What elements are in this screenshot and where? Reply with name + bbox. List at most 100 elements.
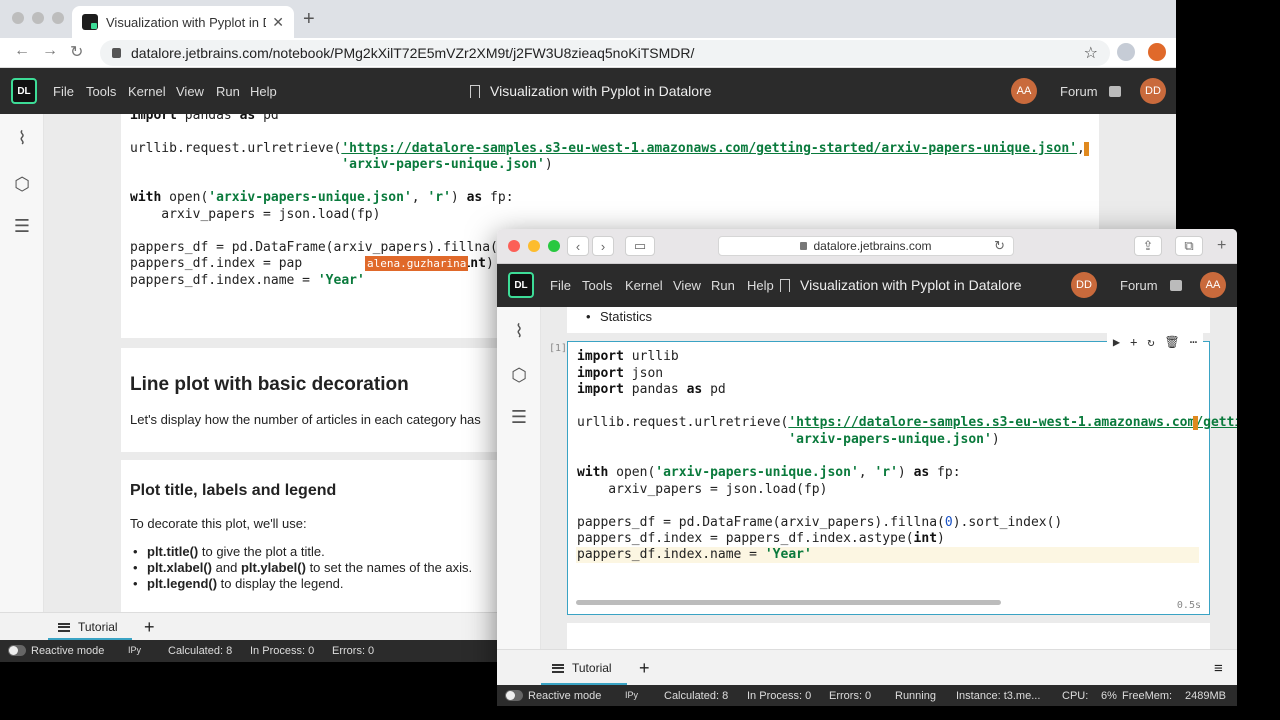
tabs-overview-icon[interactable]: ⧉ <box>1175 236 1203 256</box>
attachment-icon[interactable]: ⌇ <box>509 321 529 341</box>
reactive-mode-label: Reactive mode <box>31 645 105 657</box>
menu-icon[interactable]: ≡ <box>1214 650 1223 686</box>
minimize-window-dot[interactable] <box>32 12 44 24</box>
menu-run[interactable]: Run <box>216 84 240 99</box>
sheet-icon <box>552 663 564 673</box>
freemem-value: 2489MB <box>1185 690 1226 702</box>
chat-icon[interactable] <box>1170 280 1182 291</box>
more-icon[interactable]: ⋯ <box>1190 335 1197 349</box>
in-process-count: In Process: 0 <box>250 645 315 657</box>
code-line: pappers_df.index.name = 'Year' <box>577 547 812 562</box>
sheet-tab-bar: Tutorial + ≡ <box>497 649 1237 685</box>
reactive-mode-label: Reactive mode <box>528 690 602 702</box>
cell-toolbar: ▶ + ↻ 🗑 ⋯ <box>1106 332 1203 352</box>
reload-icon[interactable]: ↻ <box>994 238 1005 254</box>
browser-tab[interactable]: Visualization with Pyplot in Data ✕ <box>72 6 294 38</box>
forward-arrow-icon[interactable]: › <box>592 236 614 256</box>
code-line: import pandas as pd <box>577 382 726 397</box>
list-item: Statistics <box>586 309 652 324</box>
menu-file[interactable]: File <box>53 84 74 99</box>
markdown-cell[interactable] <box>567 623 1210 649</box>
share-icon[interactable]: ⇪ <box>1134 236 1162 256</box>
menu-help[interactable]: Help <box>747 278 774 293</box>
instance-type[interactable]: Instance: t3.me... <box>956 690 1040 702</box>
address-bar[interactable]: datalore.jetbrains.com/notebook/PMg2kXil… <box>100 40 1110 66</box>
markdown-cell[interactable]: Statistics <box>567 307 1210 333</box>
avatar[interactable]: AA <box>1011 78 1037 104</box>
outline-icon[interactable]: ☰ <box>509 407 529 427</box>
warning-marker <box>1193 416 1198 430</box>
freemem-label: FreeMem: <box>1122 690 1173 702</box>
attachment-icon[interactable]: ⌇ <box>12 128 32 148</box>
bookmark-star-icon[interactable]: ☆ <box>1084 43 1098 63</box>
reactive-mode-toggle[interactable] <box>505 690 523 701</box>
forum-link[interactable]: Forum <box>1120 278 1158 293</box>
delete-icon[interactable]: 🗑 <box>1165 335 1180 349</box>
close-window-dot[interactable] <box>508 240 520 252</box>
chat-icon[interactable] <box>1109 86 1121 97</box>
kernel-type: IPy <box>625 690 639 700</box>
add-cell-icon[interactable]: + <box>1130 335 1137 349</box>
reactive-mode-toggle[interactable] <box>8 645 26 656</box>
subsection-heading: Plot title, labels and legend <box>130 482 337 499</box>
reload-icon[interactable]: ↻ <box>70 42 83 62</box>
menu-kernel[interactable]: Kernel <box>625 278 663 293</box>
lock-icon <box>800 242 808 250</box>
code-line: pappers_df = pd.DataFrame(arxiv_papers).… <box>130 240 529 255</box>
address-bar-url: datalore.jetbrains.com <box>813 239 932 253</box>
sidebar-icon[interactable]: ▭ <box>625 236 655 256</box>
forward-arrow-icon[interactable]: → <box>42 42 58 60</box>
menu-run[interactable]: Run <box>711 278 735 293</box>
close-tab-icon[interactable]: ✕ <box>272 14 284 31</box>
minimize-window-dot[interactable] <box>528 240 540 252</box>
menu-view[interactable]: View <box>673 278 701 293</box>
new-tab-icon[interactable]: + <box>1217 237 1226 255</box>
menu-help[interactable]: Help <box>250 84 277 99</box>
menu-file[interactable]: File <box>550 278 571 293</box>
add-sheet-icon[interactable]: + <box>639 650 650 686</box>
outline-icon[interactable]: ☰ <box>12 216 32 236</box>
safari-toolbar: ‹ › ▭ datalore.jetbrains.com ↻ ⇪ ⧉ + <box>497 229 1237 264</box>
add-sheet-icon[interactable]: + <box>144 613 155 641</box>
datalore-header: DL File Tools Kernel View Run Help Visua… <box>0 68 1176 114</box>
profile-extension-icon[interactable] <box>1117 43 1135 61</box>
package-icon[interactable]: ⬡ <box>12 174 32 194</box>
datalore-logo-icon[interactable]: DL <box>11 78 37 104</box>
zoom-window-dot[interactable] <box>52 12 64 24</box>
new-tab-icon[interactable]: + <box>303 8 315 31</box>
address-bar[interactable]: datalore.jetbrains.com ↻ <box>718 236 1014 256</box>
errors-count: Errors: 0 <box>829 690 872 702</box>
horizontal-scrollbar[interactable] <box>576 600 1001 605</box>
notebook-title[interactable]: Visualization with Pyplot in Datalore <box>780 277 1022 293</box>
menu-tools[interactable]: Tools <box>582 278 612 293</box>
code-line: import urllib <box>577 349 679 364</box>
run-cell-icon[interactable]: ▶ <box>1113 335 1120 349</box>
tab-tutorial[interactable]: Tutorial <box>552 650 612 686</box>
datalore-logo-icon[interactable]: DL <box>508 272 534 298</box>
calculated-count: Calculated: 8 <box>664 690 729 702</box>
notebook-title[interactable]: Visualization with Pyplot in Datalore <box>470 83 712 99</box>
code-line: arxiv_papers = json.load(fp) <box>130 207 381 222</box>
package-icon[interactable]: ⬡ <box>509 365 529 385</box>
avatar[interactable]: DD <box>1071 272 1097 298</box>
code-cell[interactable]: ▶ + ↻ 🗑 ⋯ import urllib import json impo… <box>567 332 1237 615</box>
zoom-window-dot[interactable] <box>548 240 560 252</box>
chrome-toolbar: ← → ↻ datalore.jetbrains.com/notebook/PM… <box>0 38 1176 68</box>
extension-icon[interactable] <box>1148 43 1166 61</box>
forum-link[interactable]: Forum <box>1060 84 1098 99</box>
menu-view[interactable]: View <box>176 84 204 99</box>
cpu-value: 6% <box>1101 690 1117 702</box>
list-item: plt.legend() to display the legend. <box>133 576 343 591</box>
menu-tools[interactable]: Tools <box>86 84 116 99</box>
back-arrow-icon[interactable]: ‹ <box>567 236 589 256</box>
back-arrow-icon[interactable]: ← <box>14 42 30 60</box>
menu-kernel[interactable]: Kernel <box>128 84 166 99</box>
avatar[interactable]: AA <box>1200 272 1226 298</box>
section-heading: Line plot with basic decoration <box>130 374 409 395</box>
rerun-icon[interactable]: ↻ <box>1147 335 1154 349</box>
code-line: with open('arxiv-papers-unique.json', 'r… <box>130 190 514 205</box>
tab-tutorial[interactable]: Tutorial <box>58 613 118 641</box>
datalore-header: DL File Tools Kernel View Run Help Visua… <box>497 264 1237 307</box>
avatar[interactable]: DD <box>1140 78 1166 104</box>
close-window-dot[interactable] <box>12 12 24 24</box>
